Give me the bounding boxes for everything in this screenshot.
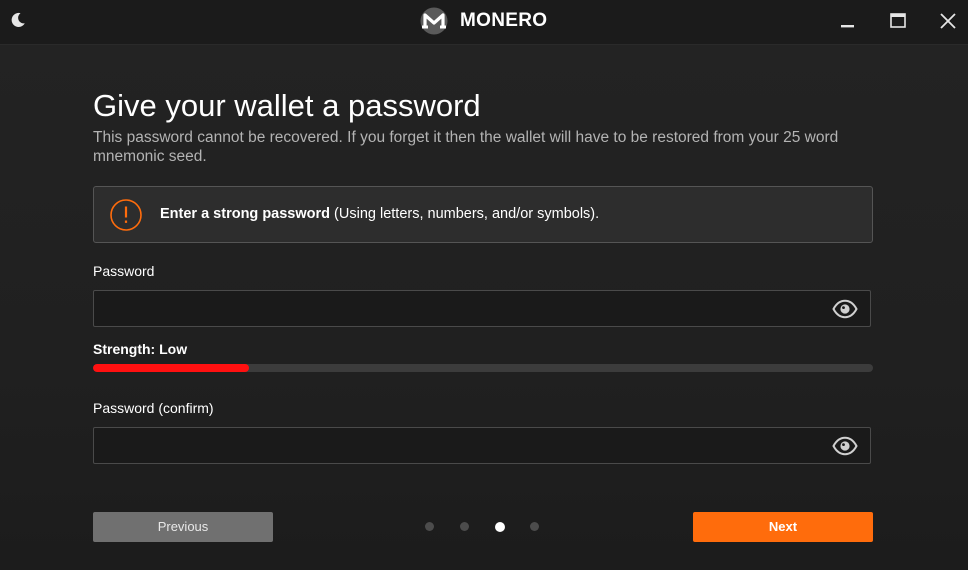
exclamation-circle-icon [110, 199, 142, 231]
password-hint-bold: Enter a strong password [160, 206, 331, 222]
password-hint-box: Enter a strong password (Using letters, … [93, 186, 873, 243]
previous-button[interactable]: Previous [93, 512, 273, 542]
password-hint-text: Enter a strong password (Using letters, … [160, 206, 599, 222]
confirm-password-field[interactable] [93, 427, 871, 464]
password-input[interactable] [94, 291, 838, 326]
page-title: Give your wallet a password [93, 88, 481, 123]
brand: MONERO [420, 6, 547, 36]
page-subtitle: This password cannot be recovered. If yo… [93, 129, 839, 165]
app-name: MONERO [460, 10, 548, 31]
close-icon[interactable] [938, 11, 958, 31]
step-dot-current [495, 521, 505, 532]
eye-icon[interactable] [832, 299, 858, 319]
monero-logo [420, 7, 448, 35]
password-label: Password [93, 263, 155, 279]
maximize-icon[interactable] [888, 11, 908, 31]
title-bar: MONERO [0, 0, 968, 45]
moon-icon[interactable] [9, 11, 27, 29]
strength-bar-fill [93, 364, 249, 372]
password-field[interactable] [93, 290, 871, 327]
step-dot [425, 522, 434, 531]
password-hint-rest: (Using letters, numbers, and/or symbols)… [330, 206, 600, 222]
strength-label: Strength: Low [93, 341, 188, 357]
step-dot [530, 522, 539, 531]
confirm-password-input[interactable] [94, 428, 838, 463]
minimize-icon[interactable] [838, 11, 858, 31]
step-dot [460, 522, 469, 531]
strength-bar [93, 364, 873, 372]
eye-icon[interactable] [832, 436, 858, 456]
next-button[interactable]: Next [693, 512, 873, 542]
confirm-password-label: Password (confirm) [93, 400, 214, 416]
wizard-content: Give your wallet a password This passwor… [0, 45, 968, 570]
